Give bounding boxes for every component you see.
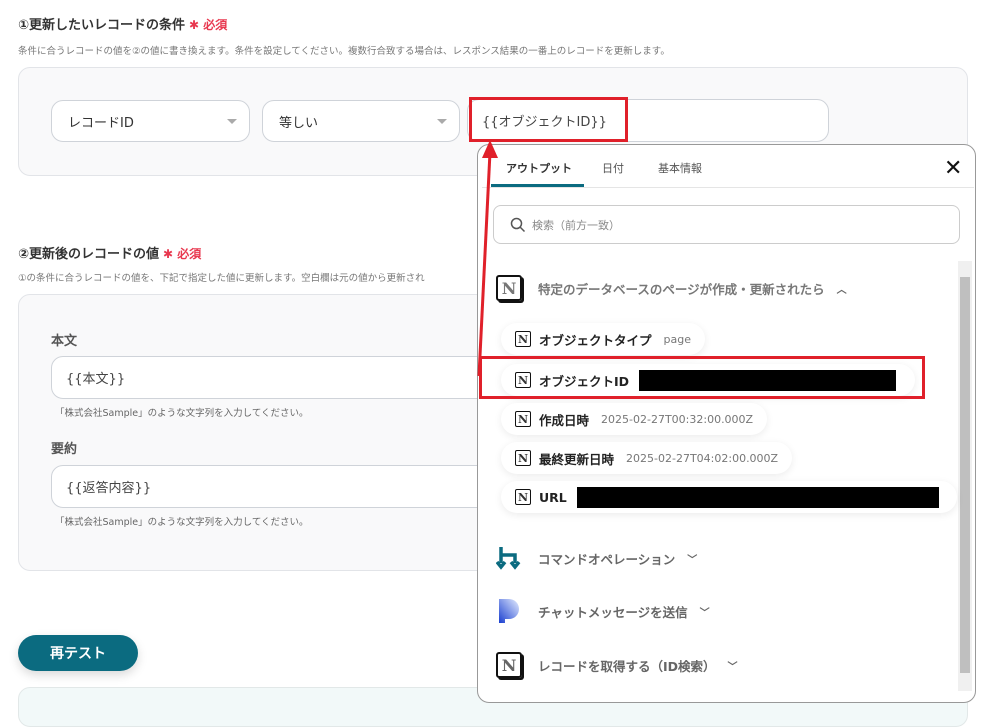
group-label: チャットメッセージを送信 — [538, 604, 688, 620]
field-select-value: レコードID — [68, 115, 134, 131]
section1-description: 条件に合うレコードの値を②の値に書き換えます。条件を設定してください。複数行合致… — [18, 46, 670, 57]
redacted-value — [576, 486, 939, 508]
operator-select[interactable]: 等しい — [262, 100, 460, 142]
chevron-down-icon: ﹀ — [699, 607, 710, 619]
group-label: レコードを取得する（ID検索） — [538, 658, 716, 674]
scrollbar[interactable] — [958, 261, 972, 691]
item-value: 2025-02-27T04:02:00.000Z — [626, 451, 779, 465]
item-label: 最終更新日時 — [539, 451, 615, 467]
notion-icon: N — [515, 450, 531, 466]
section2-description: ①の条件に合うレコードの値を、下記で指定した値に更新します。空白欄は元の値から更… — [18, 273, 425, 284]
caret-down-icon — [437, 119, 447, 124]
section2-title: ②更新後のレコードの値 ✱ 必須 — [18, 243, 201, 262]
group-get-record[interactable]: N レコードを取得する（ID検索） ﹀ — [496, 652, 738, 678]
output-item-url[interactable]: N URL — [501, 481, 957, 513]
item-value: page — [663, 332, 691, 346]
notion-icon: N — [515, 489, 531, 505]
search-placeholder: 検索（前方一致） — [532, 218, 620, 232]
notion-icon: N — [515, 331, 531, 347]
output-item[interactable]: N 作成日時 2025-02-27T00:32:00.000Z — [501, 403, 768, 435]
tab-basic-info[interactable]: 基本情報 — [658, 160, 702, 176]
section1-title-text: ①更新したいレコードの条件 — [18, 18, 186, 33]
group-label: コマンドオペレーション — [538, 551, 676, 567]
retest-button[interactable]: 再テスト — [18, 635, 138, 671]
body-hint: 「株式会社Sample」のような文字列を入力してください。 — [55, 408, 309, 419]
item-label: オブジェクトタイプ — [539, 332, 652, 348]
section2-title-text: ②更新後のレコードの値 — [18, 247, 160, 262]
tab-output[interactable]: アウトプット — [506, 160, 572, 176]
required-label: 必須 — [203, 18, 228, 32]
group-header-trigger[interactable]: N 特定のデータベースのページが作成・更新されたら ︿ — [496, 275, 847, 301]
search-icon — [510, 217, 526, 232]
field-label-summary: 要約 — [51, 442, 78, 457]
summary-hint: 「株式会社Sample」のような文字列を入力してください。 — [55, 517, 309, 528]
output-item[interactable]: N オブジェクトタイプ page — [501, 323, 705, 355]
divider — [482, 187, 974, 188]
section1-title: ①更新したいレコードの条件 ✱ 必須 — [18, 14, 227, 33]
chevron-down-icon: ﹀ — [687, 554, 698, 566]
required-badge: ✱ 必須 — [189, 18, 228, 32]
item-label: 作成日時 — [539, 412, 590, 428]
required-label: 必須 — [177, 247, 202, 261]
chat-app-icon — [499, 599, 519, 623]
command-operation-icon — [496, 547, 521, 570]
output-item[interactable]: N 最終更新日時 2025-02-27T04:02:00.000Z — [501, 442, 793, 474]
field-select[interactable]: レコードID — [51, 100, 250, 142]
group-chat-message[interactable]: チャットメッセージを送信 ﹀ — [496, 598, 710, 624]
item-value: 2025-02-27T00:32:00.000Z — [601, 412, 754, 426]
operator-select-value: 等しい — [279, 115, 319, 131]
group-title: 特定のデータベースのページが作成・更新されたら — [538, 281, 825, 297]
required-badge: ✱ 必須 — [163, 247, 202, 261]
scrollbar-thumb[interactable] — [960, 277, 970, 673]
item-label: URL — [539, 489, 567, 505]
chevron-down-icon: ﹀ — [727, 661, 738, 673]
close-icon[interactable]: ✕ — [944, 156, 962, 181]
highlight-box — [479, 356, 925, 399]
annotation-arrow — [477, 140, 498, 377]
tab-date[interactable]: 日付 — [602, 160, 624, 176]
chevron-up-icon: ︿ — [836, 284, 847, 296]
field-label-body: 本文 — [51, 334, 78, 349]
output-picker-popup: アウトプット 日付 基本情報 ✕ 検索（前方一致） N 特定のデータベースのページ… — [477, 144, 976, 703]
group-command-operation[interactable]: コマンドオペレーション ﹀ — [496, 545, 697, 571]
search-input[interactable]: 検索（前方一致） — [493, 205, 960, 244]
notion-icon: N — [496, 652, 522, 678]
notion-icon: N — [515, 411, 531, 427]
caret-down-icon — [227, 119, 237, 124]
